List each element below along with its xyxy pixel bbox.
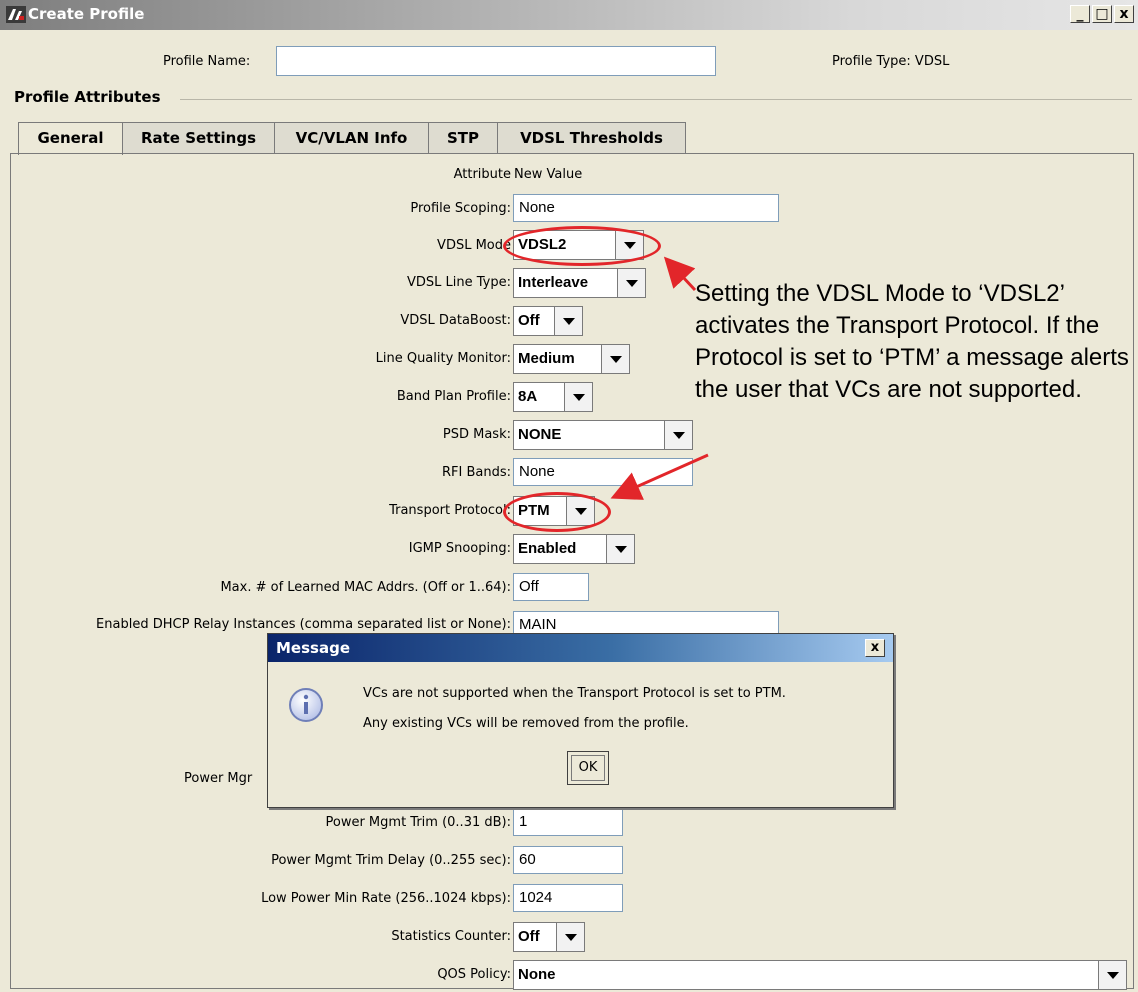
statistics-counter-select[interactable]: Off: [513, 922, 585, 952]
title-bar[interactable]: Create Profile _ □ x: [0, 0, 1138, 30]
tab-vc-vlan-info[interactable]: VC/VLAN Info: [274, 122, 429, 154]
line-quality-monitor-value: Medium: [518, 350, 575, 367]
low-power-min-rate-field[interactable]: 1024: [513, 884, 623, 912]
chevron-down-icon[interactable]: [664, 421, 692, 449]
band-plan-profile-value: 8A: [518, 388, 538, 405]
vdsl-databoost-label: VDSL DataBoost:: [400, 313, 511, 328]
qos-policy-label: QOS Policy:: [437, 967, 511, 982]
profile-scoping-label: Profile Scoping:: [410, 201, 511, 216]
vdsl-databoost-value: Off: [518, 312, 540, 329]
annotation-callout-text: Setting the VDSL Mode to ‘VDSL2’ activat…: [695, 280, 1129, 403]
transport-protocol-label: Transport Protocol:: [389, 503, 511, 518]
line-quality-monitor-label: Line Quality Monitor:: [375, 351, 511, 366]
chevron-down-icon[interactable]: [601, 345, 629, 373]
tab-stp[interactable]: STP: [428, 122, 498, 154]
psd-mask-label: PSD Mask:: [442, 427, 511, 442]
vdsl-line-type-select[interactable]: Interleave: [513, 268, 646, 298]
band-plan-profile-label: Band Plan Profile:: [396, 389, 511, 404]
dialog-message-line2: Any existing VCs will be removed from th…: [363, 716, 689, 731]
psd-mask-value: NONE: [518, 426, 562, 443]
line-quality-monitor-select[interactable]: Medium: [513, 344, 630, 374]
psd-mask-select[interactable]: NONE: [513, 420, 693, 450]
vdsl-mode-highlight-ring: [503, 226, 661, 266]
new-value-column-header: New Value: [514, 167, 583, 182]
igmp-snooping-value: Enabled: [518, 540, 577, 557]
dialog-title: Message: [276, 639, 350, 657]
power-mgmt-trim-label: Power Mgmt Trim (0..31 dB):: [325, 815, 512, 830]
transport-protocol-highlight-ring: [503, 492, 611, 532]
power-mgmt-partial-label: Power Mgr: [184, 771, 253, 786]
profile-scoping-field[interactable]: None: [513, 194, 779, 222]
app-logo-icon: [6, 6, 26, 23]
section-divider: [180, 99, 1132, 100]
qos-policy-select[interactable]: None: [513, 960, 1127, 990]
tab-vdsl-thresholds[interactable]: VDSL Thresholds: [497, 122, 686, 154]
section-title: Profile Attributes: [14, 88, 161, 106]
power-mgmt-trim-delay-field[interactable]: 60: [513, 846, 623, 874]
vdsl-mode-label: VDSL Mode: [437, 238, 511, 253]
power-mgmt-trim-field[interactable]: 1: [513, 808, 623, 836]
dialog-message-line1: VCs are not supported when the Transport…: [363, 686, 786, 701]
igmp-snooping-label: IGMP Snooping:: [408, 541, 511, 556]
vdsl-databoost-select[interactable]: Off: [513, 306, 583, 336]
chevron-down-icon[interactable]: [554, 307, 582, 335]
max-learned-mac-field[interactable]: Off: [513, 573, 589, 601]
statistics-counter-value: Off: [518, 928, 540, 945]
chevron-down-icon[interactable]: [617, 269, 645, 297]
max-learned-mac-label: Max. # of Learned MAC Addrs. (Off or 1..…: [220, 580, 511, 595]
message-dialog: Message x VCs are not supported when the…: [267, 633, 894, 808]
qos-policy-value: None: [518, 966, 556, 983]
close-button[interactable]: x: [1114, 5, 1134, 23]
vdsl-line-type-value: Interleave: [518, 274, 589, 291]
chevron-down-icon[interactable]: [564, 383, 592, 411]
power-mgmt-trim-delay-label: Power Mgmt Trim Delay (0..255 sec):: [271, 853, 511, 868]
tab-general[interactable]: General: [18, 122, 123, 155]
attribute-column-header: Attribute: [453, 167, 511, 182]
profile-name-input[interactable]: [276, 46, 716, 76]
dhcp-relay-label: Enabled DHCP Relay Instances (comma sepa…: [96, 617, 511, 632]
profile-type-label: Profile Type: VDSL: [832, 54, 950, 69]
statistics-counter-label: Statistics Counter:: [391, 929, 511, 944]
dialog-title-bar[interactable]: Message x: [268, 634, 893, 662]
rfi-bands-label: RFI Bands:: [441, 465, 511, 480]
chevron-down-icon[interactable]: [606, 535, 634, 563]
profile-name-label: Profile Name:: [163, 54, 251, 69]
band-plan-profile-select[interactable]: 8A: [513, 382, 593, 412]
minimize-button[interactable]: _: [1070, 5, 1090, 23]
maximize-button[interactable]: □: [1092, 5, 1112, 23]
rfi-bands-field[interactable]: None: [513, 458, 693, 486]
window-title: Create Profile: [28, 5, 145, 23]
chevron-down-icon[interactable]: [556, 923, 584, 951]
chevron-down-icon[interactable]: [1098, 961, 1126, 989]
dialog-close-button[interactable]: x: [865, 639, 885, 657]
ok-button[interactable]: OK: [567, 751, 609, 785]
vdsl-line-type-label: VDSL Line Type:: [407, 275, 511, 290]
tab-rate-settings[interactable]: Rate Settings: [122, 122, 275, 154]
create-profile-window: Create Profile _ □ x Profile Name: Profi…: [0, 0, 1138, 992]
info-icon: [289, 688, 323, 722]
igmp-snooping-select[interactable]: Enabled: [513, 534, 635, 564]
low-power-min-rate-label: Low Power Min Rate (256..1024 kbps):: [261, 891, 511, 906]
